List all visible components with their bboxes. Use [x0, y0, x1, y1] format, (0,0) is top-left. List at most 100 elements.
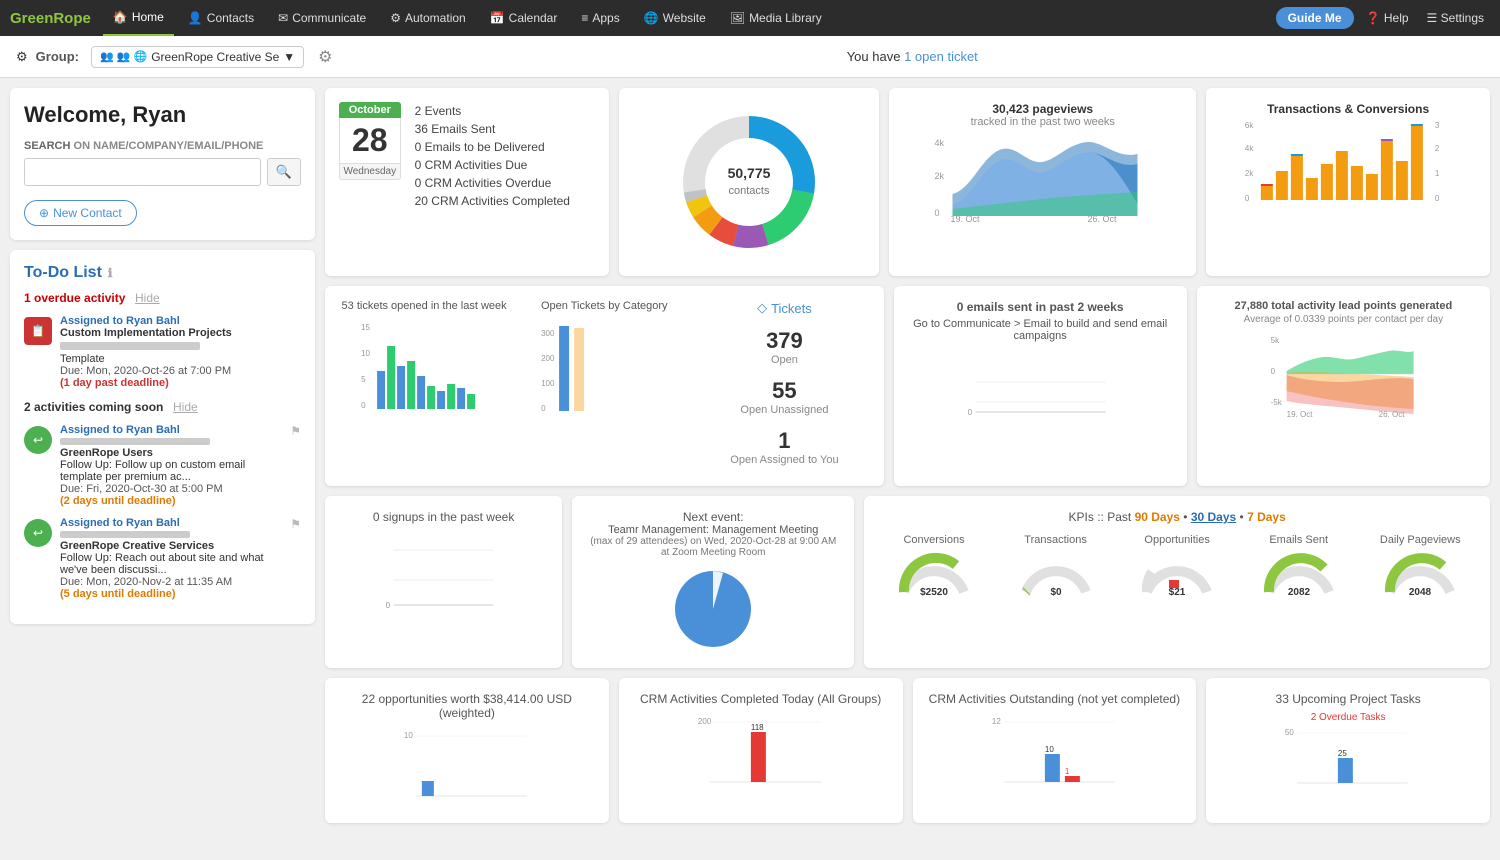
soon-company-1: GreenRope Users — [60, 447, 282, 459]
search-button[interactable]: 🔍 — [267, 158, 301, 186]
donut-total: 50,775 — [728, 165, 771, 181]
nav-automation[interactable]: ⚙ Automation — [380, 0, 475, 36]
kpi-90-days[interactable]: 90 Days — [1135, 510, 1180, 524]
new-contact-button[interactable]: ⊕ New Contact — [24, 200, 137, 226]
search-row: 🔍 — [24, 158, 301, 186]
tickets-pie-title: Open Tickets by Category — [519, 300, 689, 312]
kpi-30-days[interactable]: 30 Days — [1191, 510, 1236, 524]
overdue-section: 1 overdue activity Hide — [24, 290, 301, 305]
home-icon: 🏠 — [113, 10, 128, 24]
stat-crm-due: 0 CRM Activities Due — [415, 156, 570, 174]
welcome-card: Welcome, Ryan SEARCH On Name/Company/Ema… — [10, 88, 315, 240]
row-2: 53 tickets opened in the last week 15 10… — [325, 286, 1490, 486]
next-event-details: (max of 29 attendees) on Wed, 2020-Oct-2… — [586, 536, 840, 558]
ticket-stat-open: 379 Open — [766, 328, 803, 366]
pageviews-card: 30,423 pageviews tracked in the past two… — [889, 88, 1196, 276]
transactions-chart: 6k 4k 2k 0 3 2 1 0 — [1220, 116, 1476, 216]
tickets-link[interactable]: ◇ Tickets — [757, 300, 812, 316]
svg-text:0: 0 — [1435, 194, 1440, 203]
tickets-bar-section: 53 tickets opened in the last week 15 10… — [339, 300, 509, 472]
todo-info-icon[interactable]: ℹ — [108, 266, 113, 280]
nav-communicate[interactable]: ✉ Communicate — [268, 0, 376, 36]
todo-card: To-Do List ℹ 1 overdue activity Hide 📋 A… — [10, 250, 315, 624]
flag-icon-1[interactable]: ⚑ — [290, 424, 301, 438]
svg-text:2048: 2048 — [1409, 587, 1432, 598]
tickets-card: 53 tickets opened in the last week 15 10… — [325, 286, 884, 486]
svg-text:5: 5 — [361, 375, 366, 384]
group-settings-icon[interactable]: ⚙ — [318, 47, 332, 67]
coming-soon-hide-link[interactable]: Hide — [173, 400, 198, 414]
svg-text:1: 1 — [1435, 169, 1440, 178]
group-label: Group: — [36, 49, 79, 64]
svg-text:26. Oct: 26. Oct — [1378, 410, 1405, 419]
crm-outstanding-chart: 12 10 1 — [927, 712, 1183, 792]
cal-weekday: Wednesday — [339, 164, 401, 180]
svg-text:19. Oct: 19. Oct — [951, 214, 981, 224]
settings-subbar-icon[interactable]: ⚙ — [16, 49, 28, 65]
soon-activity-item-2: ↩ Assigned to Ryan Bahl GreenRope Creati… — [24, 517, 301, 600]
right-panel: October 28 Wednesday 2 Events 36 Emails … — [325, 88, 1490, 850]
signups-title: 0 signups in the past week — [339, 510, 548, 524]
nav-help[interactable]: ❓ Help — [1360, 11, 1415, 25]
emails-sent-title: 0 emails sent in past 2 weeks — [908, 300, 1173, 314]
soon-activity-detail-2: Assigned to Ryan Bahl GreenRope Creative… — [60, 517, 282, 600]
overdue-project: Custom Implementation Projects — [60, 327, 232, 339]
kpi-emails-gauge: 2082 — [1259, 550, 1339, 598]
overdue-hide-link[interactable]: Hide — [135, 291, 160, 305]
ticket-stat-unassigned: 55 Open Unassigned — [740, 378, 828, 416]
svg-text:0: 0 — [1245, 194, 1250, 203]
tickets-bar-chart: 15 10 5 0 — [339, 316, 509, 426]
todo-title: To-Do List ℹ — [24, 264, 301, 282]
nav-settings[interactable]: ☰ Settings — [1421, 11, 1490, 25]
svg-text:19. Oct: 19. Oct — [1286, 410, 1313, 419]
emails-sent-notice: Go to Communicate > Email to build and s… — [908, 318, 1173, 342]
nav-apps[interactable]: ≡ Apps — [571, 0, 629, 36]
nav-website[interactable]: 🌐 Website — [634, 0, 716, 36]
contacts-donut-card: 50,775 contacts — [619, 88, 880, 276]
automation-icon: ⚙ — [390, 11, 401, 25]
next-event-title: Teamr Management: Management Meeting — [586, 524, 840, 536]
plus-icon: ⊕ — [39, 206, 49, 220]
group-selector[interactable]: 👥 👥 🌐 GreenRope Creative Se ▼ — [91, 46, 304, 68]
search-input[interactable] — [24, 158, 261, 186]
opportunities-bottom-card: 22 opportunities worth $38,414.00 USD (w… — [325, 678, 609, 823]
next-event-card: Next event: Teamr Management: Management… — [572, 496, 854, 668]
svg-text:1: 1 — [1064, 767, 1069, 776]
kpi-pageviews-gauge: 2048 — [1380, 550, 1460, 598]
transactions-card: Transactions & Conversions 6k 4k 2k 0 3 … — [1206, 88, 1490, 276]
crm-completed-chart: 200 118 — [633, 712, 889, 792]
project-tasks-subtitle: 2 Overdue Tasks — [1220, 712, 1476, 723]
svg-text:118: 118 — [751, 723, 764, 732]
pageviews-subtitle: tracked in the past two weeks — [903, 116, 1182, 128]
svg-text:3: 3 — [1435, 121, 1440, 130]
svg-text:2k: 2k — [935, 171, 945, 181]
stat-crm-completed: 20 CRM Activities Completed — [415, 192, 570, 210]
kpi-daily-pageviews: Daily Pageviews 2048 — [1364, 534, 1476, 601]
nav-home[interactable]: 🏠 Home — [103, 0, 174, 36]
svg-text:15: 15 — [361, 323, 370, 332]
open-ticket-link[interactable]: 1 open ticket — [904, 49, 978, 64]
cal-day: 28 — [339, 118, 401, 164]
nav-media-library[interactable]: 🖼 Media Library — [720, 0, 832, 36]
pageviews-title: 30,423 pageviews — [903, 102, 1182, 116]
kpi-7-days[interactable]: 7 Days — [1247, 510, 1286, 524]
flag-icon-2[interactable]: ⚑ — [290, 517, 301, 531]
contacts-donut-chart: 50,775 contacts — [669, 102, 829, 262]
overdue-activity-detail: Assigned to Ryan Bahl Custom Implementat… — [60, 315, 232, 389]
svg-text:100: 100 — [541, 379, 555, 388]
overdue-status: (1 day past deadline) — [60, 377, 232, 389]
overdue-activity-item: 📋 Assigned to Ryan Bahl Custom Implement… — [24, 315, 301, 389]
guide-me-button[interactable]: Guide Me — [1276, 7, 1354, 29]
tickets-summary: ◇ Tickets 379 Open 55 Open Unassigned — [699, 300, 869, 472]
logo[interactable]: GreenRope — [10, 10, 91, 27]
nav-calendar[interactable]: 📅 Calendar — [480, 0, 568, 36]
crm-outstanding-card: CRM Activities Outstanding (not yet comp… — [913, 678, 1197, 823]
row-1: October 28 Wednesday 2 Events 36 Emails … — [325, 88, 1490, 276]
stat-emails-sent: 36 Emails Sent — [415, 120, 570, 138]
svg-text:0: 0 — [386, 601, 391, 610]
ticket-diamond-icon: ◇ — [757, 300, 767, 316]
nav-contacts[interactable]: 👤 Contacts — [178, 0, 264, 36]
row-4: 22 opportunities worth $38,414.00 USD (w… — [325, 678, 1490, 823]
opportunities-title: 22 opportunities worth $38,414.00 USD (w… — [339, 692, 595, 720]
kpi-opportunities: Opportunities $21 — [1121, 534, 1233, 601]
